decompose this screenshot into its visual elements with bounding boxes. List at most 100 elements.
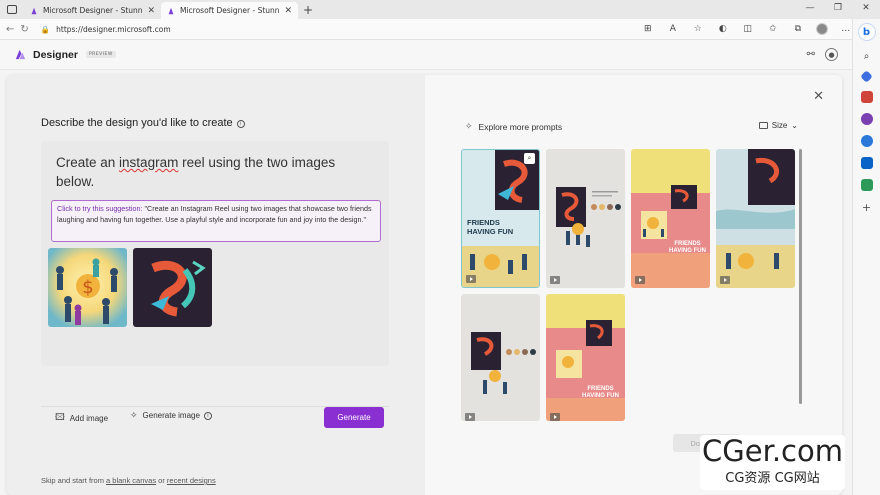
designer-favicon-icon <box>168 7 174 14</box>
skip-or: or <box>156 476 167 485</box>
card-caption: FRIENDS HAVING FUN <box>669 241 706 254</box>
refresh-icon[interactable]: ↻ <box>20 24 28 35</box>
close-dialog-icon[interactable]: ✕ <box>813 89 824 104</box>
explore-label: Explore more prompts <box>478 121 563 132</box>
url-field[interactable]: 🔒 https://designer.microsoft.com <box>41 25 641 34</box>
apps-icon[interactable]: ⊞ <box>641 24 655 34</box>
prompt-input[interactable]: Create an instagram reel using the two i… <box>56 153 376 191</box>
info-icon[interactable]: i <box>203 411 212 420</box>
design-card[interactable] <box>546 149 625 288</box>
close-tab-icon[interactable]: ✕ <box>147 6 155 16</box>
split-screen-icon[interactable]: ◫ <box>741 24 755 34</box>
skip-text: Skip and start from a blank canvas or re… <box>41 476 216 485</box>
shopping-tag-icon[interactable] <box>860 70 873 83</box>
video-icon <box>635 276 645 284</box>
design-results-grid: FRIENDS HAVING FUN ⌕ FRIENDS HAVING FUN … <box>461 149 806 421</box>
design-card[interactable] <box>716 149 795 288</box>
recent-designs-link[interactable]: recent designs <box>167 476 216 485</box>
profile-avatar[interactable] <box>815 23 828 35</box>
extension-icon[interactable]: ◐ <box>716 24 730 34</box>
read-aloud-icon[interactable]: A <box>666 24 680 34</box>
generate-button[interactable]: Generate <box>324 407 384 428</box>
add-image-label: Add image <box>69 413 109 423</box>
skip-prefix: Skip and start from <box>41 476 107 485</box>
prompt-text-part: Create an <box>56 155 120 170</box>
design-card[interactable]: FRIENDS HAVING FUN ⌕ <box>461 149 540 288</box>
video-icon <box>550 276 560 284</box>
size-dropdown[interactable]: Size ⌄ <box>758 121 798 130</box>
info-icon[interactable]: i <box>236 120 245 128</box>
designer-app: Designer PREVIEW ⚯ ● Describe the design… <box>0 40 852 495</box>
games-icon[interactable] <box>860 113 873 125</box>
add-sidebar-icon[interactable]: + <box>862 201 871 214</box>
generate-image-button[interactable]: ✧ Generate image i <box>130 410 212 421</box>
search-icon[interactable]: ⌕ <box>864 51 870 62</box>
address-bar: ← ↻ 🔒 https://designer.microsoft.com ⊞ A… <box>0 19 880 40</box>
watermark-line-1: CGer.com <box>702 434 843 468</box>
uploaded-image-arrows[interactable] <box>133 248 212 327</box>
card-caption: FRIENDS HAVING FUN <box>582 386 619 399</box>
explore-prompts-button[interactable]: ✧ Explore more prompts <box>465 121 562 132</box>
design-card[interactable]: FRIENDS HAVING FUN <box>631 149 710 288</box>
watermark-line-2: CG资源 CG网站 <box>725 471 820 486</box>
bing-chat-icon[interactable]: b <box>857 23 876 41</box>
tools-icon[interactable] <box>860 91 873 103</box>
card-caption: FRIENDS HAVING FUN <box>467 218 514 236</box>
url-text: https://designer.microsoft.com <box>56 24 171 34</box>
app-header: Designer PREVIEW ⚯ ● <box>0 40 852 70</box>
results-pane: ✕ ✧ Explore more prompts Size ⌄ FRIENDS … <box>425 75 842 495</box>
brand-name: Designer <box>33 48 78 61</box>
tab-actions-icon[interactable] <box>0 0 24 19</box>
suggestion-lead: Click to try this suggestion: <box>57 204 143 213</box>
generate-image-label: Generate image <box>142 411 200 420</box>
browser-tab-bar: Microsoft Designer - Stunning d ✕ Micros… <box>0 0 880 19</box>
account-icon[interactable]: ● <box>825 48 838 61</box>
favorite-star-icon[interactable]: ☆ <box>691 24 705 34</box>
size-label: Size <box>771 121 788 130</box>
minimize-icon[interactable]: — <box>796 0 824 19</box>
share-network-icon[interactable]: ⚯ <box>807 49 815 60</box>
close-tab-icon[interactable]: ✕ <box>284 6 292 16</box>
size-icon <box>758 122 768 129</box>
browser-tab-1[interactable]: Microsoft Designer - Stunning d ✕ <box>24 2 161 19</box>
design-card[interactable]: FRIENDS HAVING FUN <box>546 294 625 421</box>
sparkle-icon: ✧ <box>130 410 138 420</box>
new-tab-icon[interactable]: + <box>298 3 318 17</box>
prompt-box[interactable]: Create an instagram reel using the two i… <box>41 141 389 428</box>
favorites-icon[interactable]: ✩ <box>766 24 780 34</box>
outlook-icon[interactable] <box>860 157 873 169</box>
edge-sidebar: b ⌕ + <box>852 19 880 495</box>
tab-title: Microsoft Designer - Stunning d <box>43 6 143 15</box>
video-icon <box>550 413 560 421</box>
create-dialog: Describe the design you'd like to create… <box>7 75 842 495</box>
prompt-misspelled-word: instagram <box>119 155 179 170</box>
chevron-down-icon: ⌄ <box>791 121 798 130</box>
window-controls: — ❐ ✕ <box>796 0 880 19</box>
send-icon[interactable] <box>860 179 873 191</box>
add-image-button[interactable]: 🖾 Add image <box>55 410 108 426</box>
video-icon <box>466 275 476 283</box>
designer-favicon-icon <box>31 7 37 14</box>
prompt-suggestion[interactable]: Click to try this suggestion: "Create an… <box>51 200 381 242</box>
results-scrollbar[interactable] <box>799 149 802 404</box>
video-icon <box>465 413 475 421</box>
design-card[interactable] <box>461 294 540 421</box>
designer-logo-icon <box>15 49 26 60</box>
collections-icon[interactable]: ⧉ <box>791 24 805 34</box>
more-options-icon[interactable]: … <box>839 24 853 34</box>
zoom-icon[interactable]: ⌕ <box>524 153 535 164</box>
sparkle-icon: ✧ <box>465 121 473 131</box>
browser-tab-2[interactable]: Microsoft Designer - Stunning d ✕ <box>161 2 298 19</box>
describe-heading-text: Describe the design you'd like to create <box>41 117 233 129</box>
lock-icon: 🔒 <box>40 24 51 34</box>
office-icon[interactable] <box>860 135 873 147</box>
svg-text:$: $ <box>82 277 93 298</box>
restore-icon[interactable]: ❐ <box>824 0 852 19</box>
blank-canvas-link[interactable]: a blank canvas <box>106 476 156 485</box>
uploaded-image-friends[interactable]: $ <box>48 248 127 327</box>
close-window-icon[interactable]: ✕ <box>852 0 880 19</box>
describe-heading: Describe the design you'd like to create… <box>41 117 245 129</box>
video-icon <box>720 276 730 284</box>
back-icon[interactable]: ← <box>6 24 14 35</box>
preview-badge: PREVIEW <box>85 51 116 58</box>
